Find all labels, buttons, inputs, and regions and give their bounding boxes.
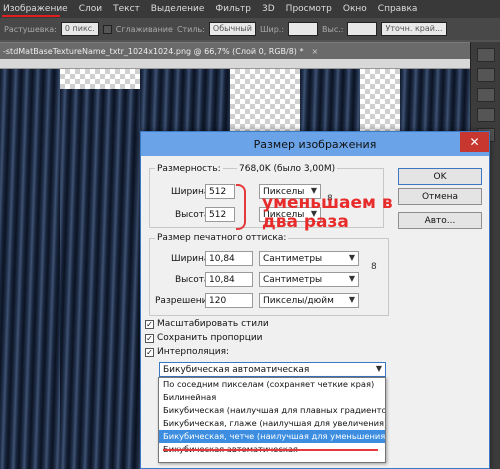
antialias-checkbox[interactable] [102, 24, 112, 34]
texture-strip-right [300, 69, 360, 131]
panel-tool-icon[interactable] [476, 108, 495, 122]
resample-select[interactable]: Бикубическая автоматическая ▼ [159, 362, 386, 377]
texture-dress-main [60, 89, 140, 469]
annotation-text: уменьшаем в два раза [262, 194, 393, 232]
print-width-unit-select[interactable]: Сантиметры ▼ [259, 251, 359, 266]
menu-filter[interactable]: Фильтр [215, 4, 251, 14]
print-width-input[interactable]: 10,84 [205, 251, 253, 266]
antialias-label: Сглаживание [115, 24, 173, 34]
resample-option[interactable]: Билинейная [159, 391, 385, 404]
annotation-line-1: уменьшаем в [262, 193, 393, 213]
resample-option[interactable]: По соседним пикселам (сохраняет четкие к… [159, 378, 385, 391]
ok-button[interactable]: OK [398, 168, 482, 185]
chevron-down-icon: ▼ [348, 274, 355, 283]
width-label: Шир.: [259, 24, 285, 34]
print-height-input[interactable]: 10,84 [205, 272, 253, 287]
options-bar: Растушевка: 0 пикс. Сглаживание Стиль: О… [0, 18, 500, 40]
texture-dress-left [0, 69, 60, 469]
document-tab[interactable]: -stdMatBaseTextureName_txtr_1024x1024.pn… [0, 42, 470, 59]
menu-help[interactable]: Справка [378, 4, 418, 14]
resample-option[interactable]: Бикубическая, глаже (наилучшая для увели… [159, 417, 385, 430]
auto-button[interactable]: Авто... [398, 212, 482, 229]
annotation-line-2: два раза [262, 212, 349, 232]
option-underline-annotation [163, 449, 378, 451]
close-icon[interactable]: ✕ [460, 132, 489, 152]
resample-select-value: Бикубическая автоматическая [163, 365, 310, 375]
menu-window[interactable]: Окно [343, 4, 367, 14]
menu-bar: Изображение Слои Текст Выделение Фильтр … [0, 0, 500, 18]
cancel-button[interactable]: Отмена [398, 188, 482, 205]
annotation-bracket [236, 184, 246, 230]
refine-edge-button[interactable]: Уточн. край... [381, 22, 447, 36]
chevron-down-icon: ▼ [375, 364, 382, 373]
resample-checkbox[interactable]: ✓ [145, 348, 154, 357]
style-select[interactable]: Обычный [208, 22, 256, 36]
print-width-unit-value: Сантиметры [263, 254, 323, 264]
menu-text[interactable]: Текст [113, 4, 140, 14]
print-height-unit-select[interactable]: Сантиметры ▼ [259, 272, 359, 287]
menu-3d[interactable]: 3D [262, 4, 275, 14]
feather-input[interactable]: 0 пикс. [60, 22, 99, 36]
menu-image[interactable]: Изображение [3, 4, 68, 14]
menu-view[interactable]: Просмотр [286, 4, 332, 14]
panel-tool-icon[interactable] [476, 48, 495, 62]
height-input[interactable] [347, 22, 378, 36]
pixel-width-input[interactable]: 512 [205, 184, 235, 199]
constrain-proportions-checkbox[interactable]: ✓ [145, 334, 154, 343]
scale-styles-checkbox[interactable]: ✓ [145, 320, 154, 329]
scale-styles-label: Масштабировать стили [157, 319, 269, 329]
resolution-unit-value: Пикселы/дюйм [263, 296, 334, 306]
panel-tool-icon[interactable] [476, 68, 495, 82]
style-label: Стиль: [176, 24, 205, 34]
pixel-dimensions-value: 768,0K (было 3,00M) [237, 164, 338, 174]
close-icon[interactable]: × [311, 47, 318, 56]
chevron-down-icon: ▼ [348, 253, 355, 262]
feather-label: Растушевка: [4, 24, 57, 34]
height-label: Выс.: [322, 24, 344, 34]
pixel-dimensions-label: Размерность: [155, 164, 223, 174]
menu-select[interactable]: Выделение [151, 4, 205, 14]
menu-underline-annotation [2, 15, 60, 17]
texture-dress-top [140, 69, 230, 131]
resample-option[interactable]: Бикубическая (наилучшая для плавных град… [159, 404, 385, 417]
document-title: -stdMatBaseTextureName_txtr_1024x1024.pn… [3, 46, 304, 56]
dialog-title: Размер изображения [253, 137, 377, 151]
panel-tool-icon[interactable] [476, 88, 495, 102]
resample-label: Интерполяция: [157, 347, 230, 357]
resolution-input[interactable]: 120 [205, 293, 253, 308]
resolution-unit-select[interactable]: Пикселы/дюйм ▼ [259, 293, 359, 308]
dialog-titlebar[interactable]: Размер изображения [141, 132, 489, 156]
ruler-top [0, 59, 470, 69]
link-icon: 8 [371, 262, 377, 272]
resample-option-highlighted[interactable]: Бикубическая, четче (наилучшая для умень… [159, 430, 385, 443]
menu-layers[interactable]: Слои [79, 4, 102, 14]
print-height-unit-value: Сантиметры [263, 275, 323, 285]
print-size-title: Размер печатного оттиска: [155, 233, 289, 243]
width-input[interactable] [288, 22, 319, 36]
chevron-down-icon: ▼ [348, 295, 355, 304]
constrain-proportions-label: Сохранить пропорции [157, 333, 263, 343]
pixel-height-input[interactable]: 512 [205, 207, 235, 222]
